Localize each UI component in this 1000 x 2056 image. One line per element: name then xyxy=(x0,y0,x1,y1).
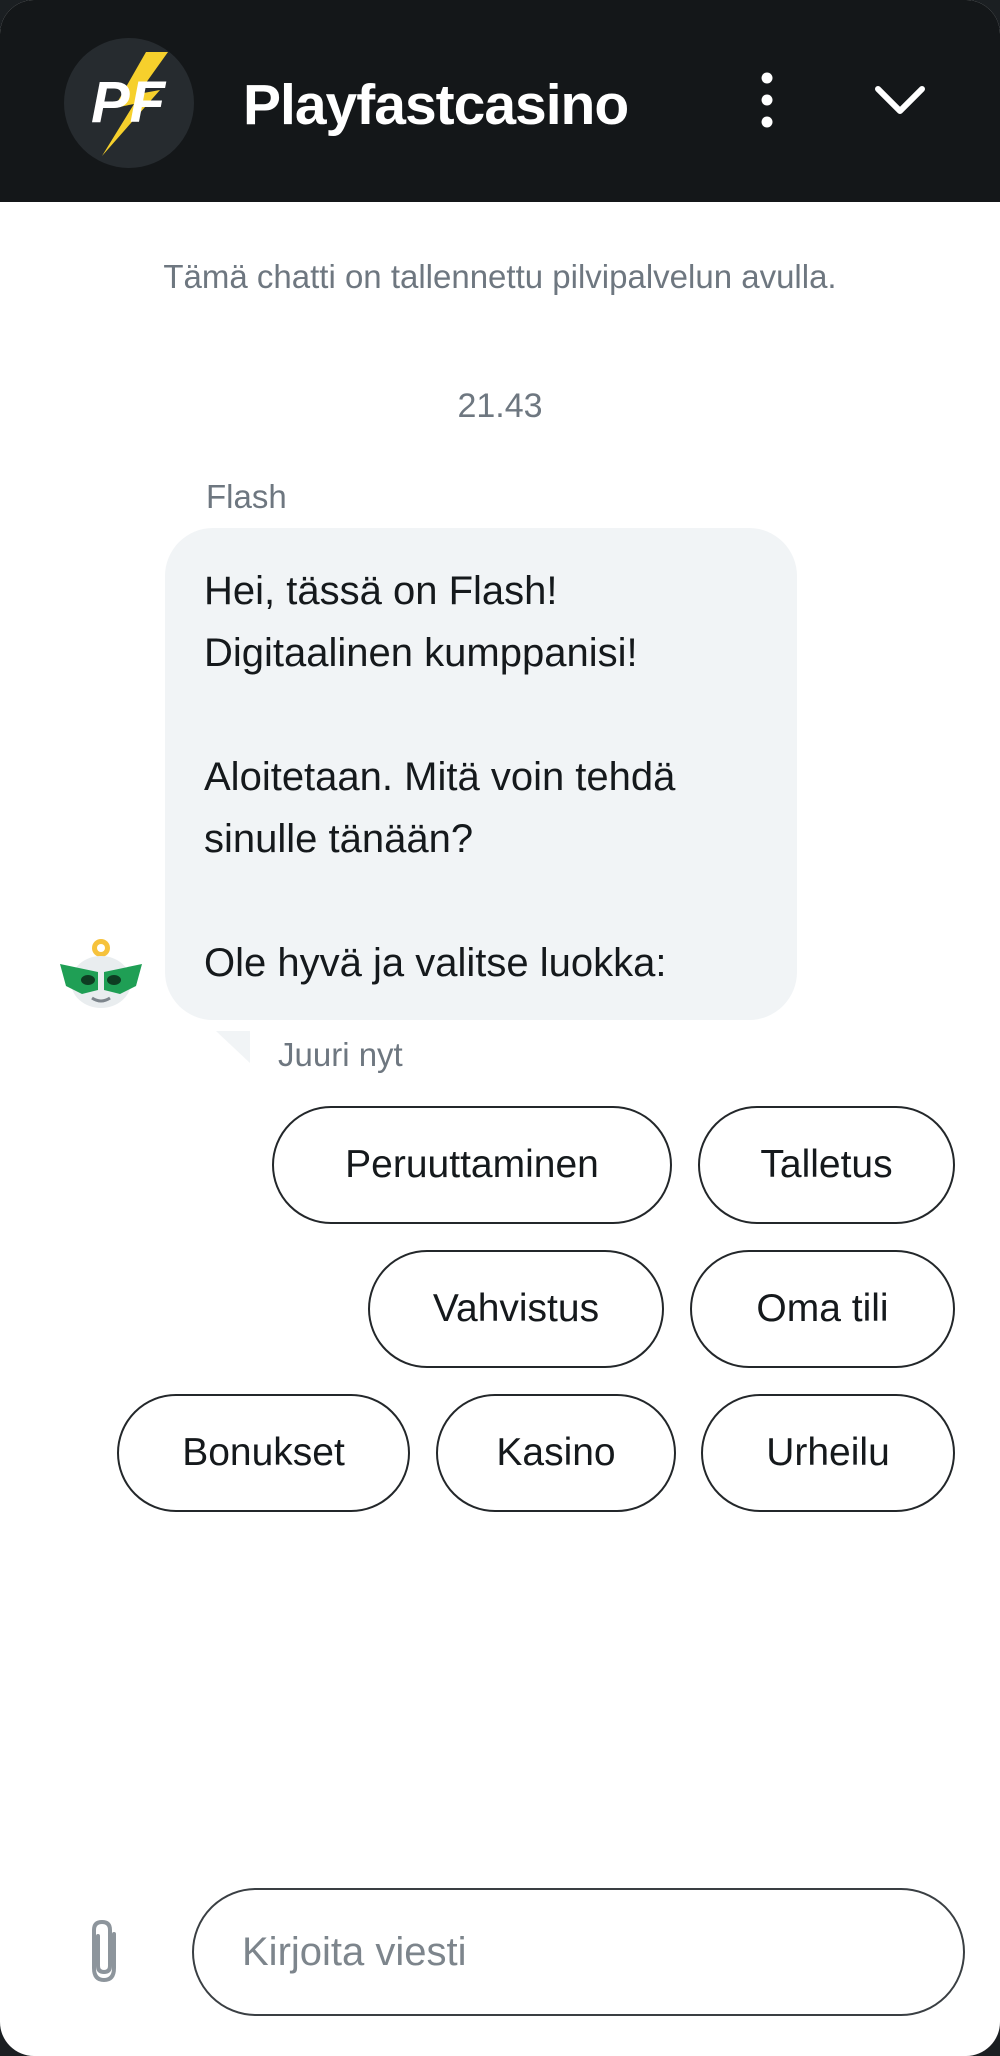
bot-message-bubble: Hei, tässä on Flash! Digitaalinen kumppa… xyxy=(165,528,797,1020)
option-peruuttaminen[interactable]: Peruuttaminen xyxy=(272,1106,672,1224)
option-oma-tili[interactable]: Oma tili xyxy=(690,1250,955,1368)
option-urheilu[interactable]: Urheilu xyxy=(701,1394,955,1512)
bot-avatar-icon xyxy=(60,939,142,1008)
bot-avatar xyxy=(58,934,144,1012)
message-timestamp: 21.43 xyxy=(457,387,543,425)
option-vahvistus[interactable]: Vahvistus xyxy=(368,1250,664,1368)
message-line: Digitaalinen kumppanisi! xyxy=(204,631,638,675)
sender-name: Flash xyxy=(206,478,287,515)
attach-file-button[interactable] xyxy=(80,1916,128,1988)
brand-logo: PF PF xyxy=(64,38,194,168)
message-line: Aloitetaan. Mitä voin tehdä xyxy=(204,755,676,799)
chat-header: PF PF Playfastcasino xyxy=(0,0,1000,202)
message-time: Juuri nyt xyxy=(278,1036,403,1073)
app-title: Playfastcasino xyxy=(243,73,629,137)
option-bonukset[interactable]: Bonukset xyxy=(117,1394,410,1512)
paperclip-icon xyxy=(92,1919,116,1983)
vertical-dots-icon xyxy=(761,72,773,128)
chat-notice: Tämä chatti on tallennettu pilvipalvelun… xyxy=(163,258,837,295)
chevron-down-icon xyxy=(875,86,925,114)
message-line: Ole hyvä ja valitse luokka: xyxy=(204,941,667,985)
message-input[interactable] xyxy=(192,1888,965,2016)
collapse-chat-button[interactable] xyxy=(868,68,932,132)
lightning-logo-icon: PF xyxy=(91,52,168,156)
message-line: sinulle tänään? xyxy=(204,817,474,861)
message-line: Hei, tässä on Flash! xyxy=(204,569,558,613)
option-talletus[interactable]: Talletus xyxy=(698,1106,955,1224)
bubble-tail xyxy=(216,1031,250,1063)
svg-text:PF: PF xyxy=(91,70,167,135)
option-kasino[interactable]: Kasino xyxy=(436,1394,676,1512)
more-options-button[interactable] xyxy=(745,68,789,132)
chat-window: PF PF Playfastcasino Tämä chatti on tall… xyxy=(0,0,1000,2056)
